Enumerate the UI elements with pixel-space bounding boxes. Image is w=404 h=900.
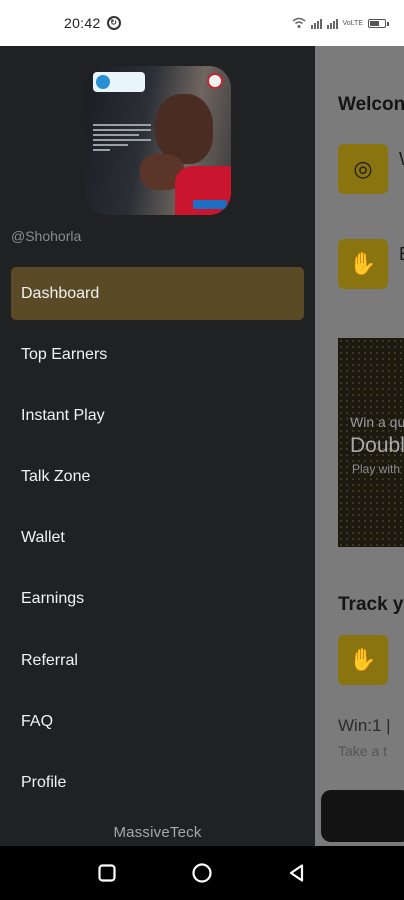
menu-item-label: Dashboard [21,284,100,302]
navigation-drawer: @Shohorla Dashboard Top Earners Instant … [0,46,315,846]
unicef-badge-icon [193,200,227,209]
menu-item-dashboard[interactable]: Dashboard [11,267,304,320]
network-label: VoLTE [342,19,364,27]
profile-image[interactable] [85,66,231,215]
menu-item-label: Talk Zone [21,468,91,486]
signal-icon-2 [326,17,338,29]
status-icons: VoLTE [292,17,389,29]
system-nav-bar [0,846,404,900]
banner-line-3: Play with [352,462,401,476]
menu-item-label: Instant Play [21,406,105,424]
recents-button[interactable] [87,853,127,893]
menu-item-label: Profile [21,774,67,791]
menu-item-talk-zone[interactable]: Talk Zone [11,451,304,504]
menu-item-label: Earnings [21,590,85,608]
coins-icon[interactable]: ◎ [338,144,388,194]
back-button[interactable] [277,853,317,893]
wifi-icon [292,17,305,28]
home-button[interactable] [182,853,222,893]
menu-item-referral[interactable]: Referral [11,634,304,687]
menu-item-label: Top Earners [21,345,108,363]
card-1-title: W [399,149,404,169]
win-text: Win:1 | [338,716,391,735]
banner-line-2: Doubl [350,434,404,457]
background-app: Welcon ◎ W ✋ E Win a qu Doubl Play with … [315,46,404,846]
username: @Shohorla [11,228,82,244]
menu-item-instant-play[interactable]: Instant Play [11,389,304,442]
hand-coin-icon[interactable]: ✋ [338,239,388,289]
signal-icon [310,17,322,29]
menu-item-top-earners[interactable]: Top Earners [11,328,304,381]
back-icon [289,864,303,882]
menu-item-label: Wallet [21,529,65,547]
promo-banner[interactable]: Win a qu Doubl Play with [338,338,404,547]
menu-item-label: FAQ [21,712,54,730]
status-bar: 20:42 ↻ VoLTE [0,0,404,46]
menu-item-label: Referral [21,651,78,669]
recents-icon [98,864,116,882]
take-text: Take a t [338,743,388,759]
badge-logo-icon [207,73,223,89]
home-icon [192,863,212,883]
menu-item-wallet[interactable]: Wallet [11,512,304,565]
menu-item-profile[interactable]: Profile [11,757,304,810]
welcome-title: Welcon [338,94,404,115]
menu-item-earnings[interactable]: Earnings [11,573,304,626]
banner-line-1: Win a qu [350,414,404,430]
status-time: 20:42 [64,15,101,31]
hand-coin-icon-2[interactable]: ✋ [338,635,388,685]
drawer-footer: MassiveTeck [113,824,202,841]
sync-icon: ↻ [106,16,121,30]
bottom-action-bar[interactable] [321,790,404,842]
image-caption-lines [93,124,151,154]
track-title: Track y [338,594,404,615]
card-2-title: E [399,244,404,264]
partner-logo-icon [93,72,145,92]
menu-item-faq[interactable]: FAQ [11,695,304,748]
drawer-menu: Dashboard Top Earners Instant Play Talk … [11,267,304,818]
battery-icon [368,18,389,28]
